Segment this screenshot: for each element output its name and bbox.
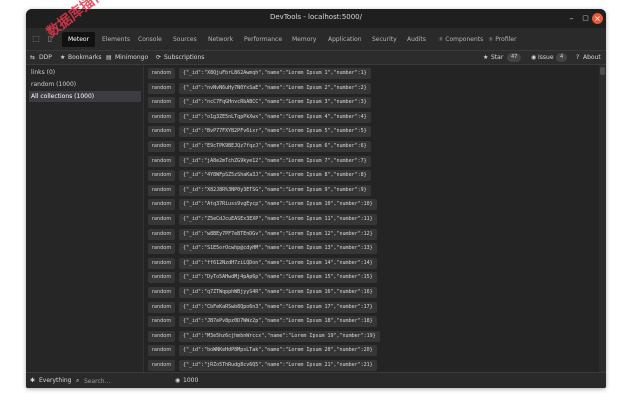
issue-count-badge: 4 bbox=[556, 53, 568, 62]
row-collection-label: random bbox=[148, 257, 175, 269]
row-document-json[interactable]: {"_id":"E9cTPK9BEJQz7fqzJ","name":"Lorem… bbox=[179, 141, 371, 152]
row-collection-label: random bbox=[148, 184, 175, 196]
collections-sidebar: links (0) random (1000) All collections … bbox=[26, 65, 144, 372]
row-collection-label: random bbox=[148, 68, 175, 79]
row-document-json[interactable]: {"_id":"w8BEy7PF7eBTEnDGv","name":"Lorem… bbox=[179, 228, 377, 240]
row-collection-label: random bbox=[148, 330, 175, 342]
row-document-json[interactable]: {"_id":"Z5eCdJcuEASEx3EXP","name":"Lorem… bbox=[179, 214, 377, 225]
sidebar-item-random[interactable]: random (1000) bbox=[29, 79, 141, 90]
search-icon: ⌕ bbox=[76, 377, 80, 384]
tab-memory[interactable]: Memory bbox=[292, 33, 316, 47]
documents-list: random {"_id":"X8QjuFbrL862Awmqh","name":… bbox=[144, 65, 606, 372]
about-button[interactable]: About bbox=[583, 54, 601, 61]
row-collection-label: random bbox=[148, 199, 175, 211]
status-bar: ✱ Everything ⌕ ◉ 1000 bbox=[26, 372, 606, 388]
row-collection-label: random bbox=[148, 272, 175, 284]
row-collection-label: random bbox=[148, 287, 175, 298]
bookmarks-button[interactable]: Bookmarks bbox=[68, 54, 102, 61]
devtools-window: DevTools - localhost:5000/ – ▢ × ⬚ ▯ Met… bbox=[26, 9, 606, 388]
tab-security[interactable]: Security bbox=[372, 33, 397, 47]
row-document-json[interactable]: {"_id":"4Y8WFpSZ5zShaKa3J","name":"Lorem… bbox=[179, 170, 371, 182]
tab-components-label: Components bbox=[445, 36, 484, 43]
star-count-badge: 47 bbox=[507, 53, 522, 62]
row-document-json[interactable]: {"_id":"nvNvN6uHy7N0YxSaE","name":"Lorem… bbox=[179, 82, 371, 94]
row-collection-label: random bbox=[148, 97, 175, 109]
row-collection-label: random bbox=[148, 228, 175, 240]
tab-network[interactable]: Network bbox=[208, 33, 233, 47]
help-icon: ? bbox=[576, 54, 580, 61]
row-document-json[interactable]: {"_id":"ncC7FqGHnvcRbABCC","name":"Lorem… bbox=[179, 97, 371, 109]
issue-button[interactable]: Issue bbox=[538, 54, 554, 61]
row-collection-label: random bbox=[148, 301, 175, 313]
row-collection-label: random bbox=[148, 214, 175, 225]
tab-audits[interactable]: Audits bbox=[407, 33, 426, 47]
search-input[interactable] bbox=[84, 376, 164, 386]
row-document-json[interactable]: {"_id":"S1E5orOcwhp@cdyHM","name":"Lorem… bbox=[179, 243, 377, 255]
window-title: DevTools - localhost:5000/ bbox=[269, 13, 362, 21]
row-collection-label: random bbox=[148, 82, 175, 94]
everything-filter-icon: ✱ bbox=[30, 377, 36, 384]
devtools-tab-bar: ⬚ ▯ Meteor Elements Console Sources Netw… bbox=[26, 28, 606, 51]
row-collection-label: random bbox=[148, 360, 175, 371]
subscriptions-button[interactable]: Subscriptions bbox=[164, 54, 204, 61]
row-document-json[interactable]: {"_id":"JB7ePv8pz0D7WWz2p","name":"Lorem… bbox=[179, 316, 377, 328]
star-button[interactable]: Star bbox=[491, 54, 503, 61]
row-collection-label: random bbox=[148, 243, 175, 255]
row-document-json[interactable]: {"_id":"boWNKeHdP8MpsLTak","name":"Lorem… bbox=[179, 345, 377, 357]
row-document-json[interactable]: {"_id":"DyTo5AHwdMj4pAp6p","name":"Lorem… bbox=[179, 272, 377, 284]
row-document-json[interactable]: {"_id":"jA8e2mTchZG9kye12","name":"Lorem… bbox=[179, 155, 371, 167]
bookmark-star-icon: ★ bbox=[60, 54, 66, 61]
subscriptions-icon: ⟳ bbox=[156, 54, 162, 61]
everything-filter-button[interactable]: Everything bbox=[39, 377, 71, 384]
close-button[interactable]: × bbox=[592, 13, 603, 24]
ddp-icon: ⇆ bbox=[30, 54, 36, 61]
row-document-json[interactable]: {"_id":"ff612NzdH7ziLQDon","name":"Lorem… bbox=[179, 257, 377, 269]
tab-performance[interactable]: Performance bbox=[244, 33, 282, 47]
meteor-toolbar: ⇆ DDP ★ Bookmarks ▤ Minimongo ⟳ Subscrip… bbox=[26, 51, 606, 65]
row-document-json[interactable]: {"_id":"CbFeKaRSwb8Qpo6n3","name":"Lorem… bbox=[179, 301, 377, 313]
tab-meteor[interactable]: Meteor bbox=[62, 32, 96, 47]
row-collection-label: random bbox=[148, 126, 175, 138]
row-document-json[interactable]: {"_id":"BvP77FXYB2PFv6ixr","name":"Lorem… bbox=[179, 126, 371, 138]
title-bar: DevTools - localhost:5000/ – ▢ × bbox=[26, 9, 606, 28]
tab-console[interactable]: Console bbox=[138, 33, 162, 47]
row-collection-label: random bbox=[148, 316, 175, 328]
document-count-icon: ◉ bbox=[175, 377, 181, 384]
minimongo-icon: ▤ bbox=[106, 54, 112, 61]
row-document-json[interactable]: {"_id":"jRZo5ThRudg8cv6Q5","name":"Lorem… bbox=[179, 360, 377, 371]
tab-application[interactable]: Application bbox=[328, 33, 362, 47]
row-document-json[interactable]: {"_id":"q7ZTWqpphWBjyyS4R","name":"Lorem… bbox=[179, 287, 377, 298]
minimize-button[interactable]: – bbox=[566, 13, 577, 24]
row-collection-label: random bbox=[148, 155, 175, 167]
row-document-json[interactable]: {"_id":"Atq37Riuss9vgEycp","name":"Lorem… bbox=[179, 199, 377, 211]
ddp-button[interactable]: DDP bbox=[39, 54, 52, 61]
row-collection-label: random bbox=[148, 111, 175, 123]
row-collection-label: random bbox=[148, 141, 175, 152]
row-collection-label: random bbox=[148, 345, 175, 357]
minimongo-button[interactable]: Minimongo bbox=[115, 54, 148, 61]
sidebar-item-links[interactable]: links (0) bbox=[29, 67, 141, 78]
issue-icon: ◉ bbox=[531, 54, 537, 61]
document-count: 1000 bbox=[183, 377, 199, 384]
row-document-json[interactable]: {"_id":"o1g3ZE5nLTqpPkXwx","name":"Lorem… bbox=[179, 111, 371, 123]
row-collection-label: random bbox=[148, 170, 175, 182]
tab-components[interactable]: ⚛ Components bbox=[438, 33, 483, 47]
vertical-scrollbar[interactable] bbox=[599, 65, 606, 372]
sidebar-item-all-collections[interactable]: All collections (1000) bbox=[29, 91, 141, 102]
tab-profiler[interactable]: ⚛ Profiler bbox=[488, 33, 516, 47]
row-document-json[interactable]: {"_id":"X8QjuFbrL862Awmqh","name":"Lorem… bbox=[179, 68, 371, 79]
row-document-json[interactable]: {"_id":"X82J8R%3NP0y3ETSG","name":"Lorem… bbox=[179, 184, 371, 196]
scrollbar-thumb[interactable] bbox=[600, 67, 605, 75]
tab-sources[interactable]: Sources bbox=[173, 33, 197, 47]
row-document-json[interactable]: {"_id":"M3e5hz6cjhmbnWrccx","name":"Lore… bbox=[179, 330, 380, 342]
maximize-button[interactable]: ▢ bbox=[580, 13, 591, 24]
tab-elements[interactable]: Elements bbox=[102, 33, 130, 47]
tab-profiler-label: Profiler bbox=[495, 36, 517, 43]
inspect-element-icon[interactable]: ⬚ bbox=[31, 34, 41, 44]
star-icon: ★ bbox=[483, 54, 489, 61]
